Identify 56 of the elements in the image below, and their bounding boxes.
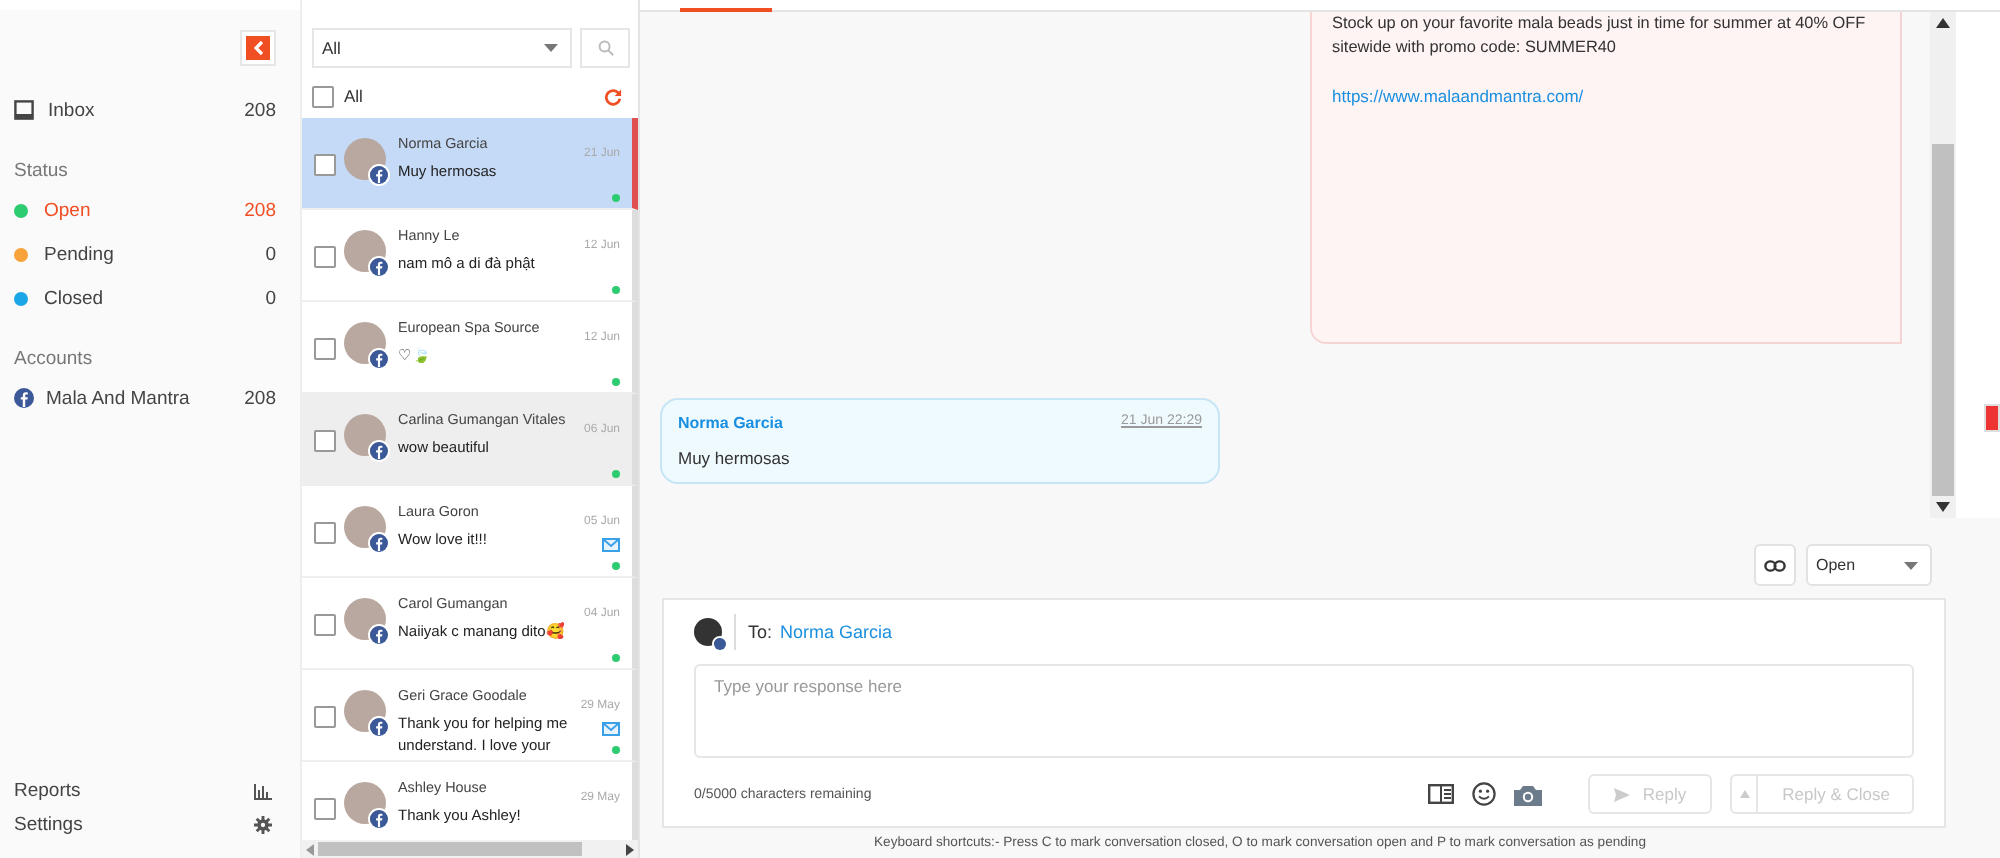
nav-item[interactable]: Inbox [48, 99, 233, 121]
nav-item[interactable]: Reports [14, 780, 254, 802]
checkbox[interactable] [314, 430, 336, 452]
horizontal-scrollbar[interactable] [302, 840, 638, 858]
collapse-button[interactable] [242, 32, 274, 64]
caret-icon [544, 44, 558, 52]
bar-chart-icon [254, 783, 272, 799]
scroll-left-icon[interactable] [302, 843, 318, 855]
nav-item[interactable]: Pending [44, 243, 254, 265]
checkbox[interactable] [314, 338, 336, 360]
search-icon [597, 40, 613, 56]
message-text: Stock up on your favorite mala beads just in time for summer at 40% OFF sitewide with promo code: SUMMER40 [1332, 12, 1868, 61]
sender-name: Norma Garcia [678, 414, 783, 432]
reply-field[interactable]: Type your response here [694, 664, 1914, 758]
checkbox[interactable] [314, 798, 336, 820]
chevron-left-icon [252, 40, 264, 56]
message-text: Muy hermosas [678, 448, 792, 468]
item-count: 208 [244, 99, 278, 121]
nav-item[interactable]: Mala And Mantra [46, 387, 233, 409]
caret-icon [1904, 561, 1918, 569]
template-icon[interactable] [1428, 784, 1455, 804]
item-count: 208 [244, 387, 278, 409]
recipient-name[interactable]: Norma Garcia [780, 622, 893, 642]
checkbox[interactable] [314, 706, 336, 728]
filter-dropdown[interactable]: All [312, 28, 572, 68]
camera-icon[interactable] [1514, 783, 1543, 805]
search-button[interactable] [580, 28, 630, 68]
select-all-label: All [344, 86, 365, 106]
avatar [694, 618, 722, 646]
vertical-scrollbar[interactable] [1930, 12, 1956, 518]
status-dropdown[interactable]: Open [1806, 544, 1932, 586]
nav-item[interactable]: Closed [44, 287, 254, 309]
scroll-up-icon[interactable] [1936, 18, 1950, 28]
link-button[interactable] [1754, 544, 1796, 586]
send-icon [1614, 787, 1631, 801]
checkbox[interactable] [312, 85, 334, 107]
section-heading: Accounts [14, 348, 95, 370]
inbox-icon [14, 100, 34, 120]
refresh-icon[interactable] [604, 87, 622, 105]
nav-item[interactable]: Settings [14, 814, 254, 836]
item-count: 208 [244, 199, 278, 221]
item-count: 0 [265, 287, 278, 309]
scroll-right-icon[interactable] [622, 843, 638, 855]
item-count: 0 [265, 243, 278, 265]
to-label: To: [748, 622, 773, 642]
checkbox[interactable] [314, 614, 336, 636]
active-tab-indicator [680, 8, 772, 12]
settings-icon[interactable] [254, 816, 272, 834]
checkbox[interactable] [314, 154, 336, 176]
side-tab-icon[interactable] [1984, 404, 2000, 432]
link-icon [1764, 559, 1786, 571]
scroll-down-icon[interactable] [1936, 502, 1950, 512]
checkbox[interactable] [314, 246, 336, 268]
emoji-icon[interactable] [1472, 782, 1497, 806]
section-heading: Status [14, 160, 70, 182]
checkbox[interactable] [314, 522, 336, 544]
